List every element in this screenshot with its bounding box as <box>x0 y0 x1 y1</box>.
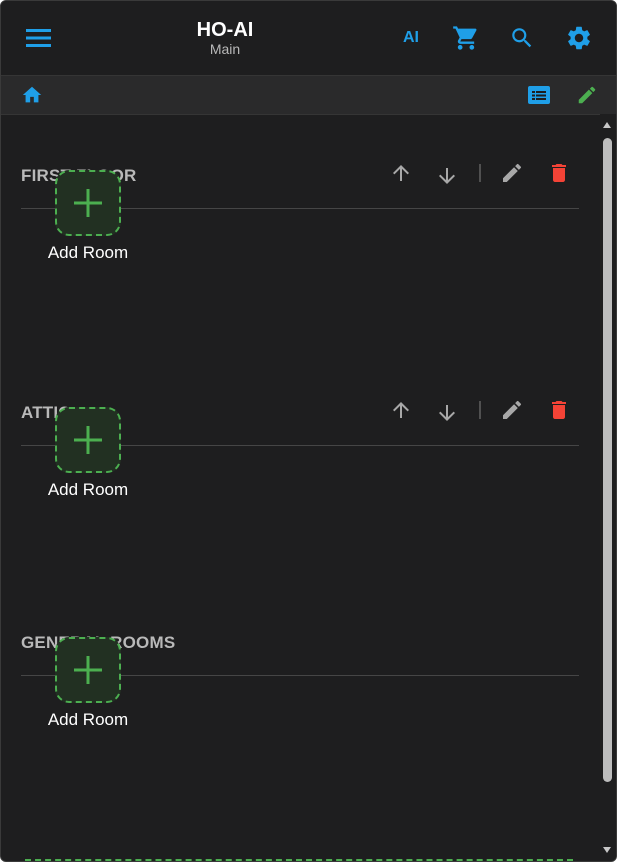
edit-mode-button[interactable] <box>575 83 599 107</box>
add-room-button[interactable]: Add Room <box>45 637 131 730</box>
sub-toolbar <box>1 75 616 115</box>
scroll-thumb[interactable] <box>603 138 612 782</box>
floor-section: FIRST FLOOR Add Room <box>21 144 579 262</box>
search-button[interactable] <box>505 21 539 55</box>
scroll-down-arrow[interactable] <box>603 847 611 853</box>
trash-icon <box>552 401 566 419</box>
search-icon <box>512 28 532 48</box>
plus-icon <box>74 189 102 217</box>
move-down-button[interactable] <box>431 157 463 189</box>
plus-icon <box>74 426 102 454</box>
arrow-down-icon <box>439 168 455 184</box>
divider <box>479 401 481 419</box>
app-header: HO-AI Main AI <box>1 1 616 75</box>
edit-floor-button[interactable] <box>496 157 528 189</box>
add-room-button[interactable]: Add Room <box>45 407 131 500</box>
add-room-tile <box>55 637 121 703</box>
move-up-button[interactable] <box>385 157 417 189</box>
arrow-up-icon <box>393 165 409 181</box>
cart-icon <box>453 26 477 50</box>
menu-button[interactable] <box>22 21 56 55</box>
delete-floor-button[interactable] <box>543 157 575 189</box>
edit-floor-button[interactable] <box>496 394 528 426</box>
floor-section: GENERAL ROOMS Add Room <box>21 611 579 729</box>
plus-icon <box>74 656 102 684</box>
home-button[interactable] <box>20 83 44 107</box>
ai-button[interactable]: AI <box>394 21 428 55</box>
menu-icon <box>26 29 51 47</box>
pencil-icon <box>578 86 596 104</box>
floor-section: ATTIC Add Room <box>21 381 579 499</box>
trash-icon <box>552 164 566 182</box>
add-room-button[interactable]: Add Room <box>45 170 131 263</box>
arrow-up-icon <box>393 402 409 418</box>
add-floor-outline[interactable] <box>25 859 573 861</box>
scroll-up-arrow[interactable] <box>603 122 611 128</box>
divider <box>479 164 481 182</box>
delete-floor-button[interactable] <box>543 394 575 426</box>
settings-button[interactable] <box>562 21 596 55</box>
scrollbar[interactable] <box>600 114 616 861</box>
move-up-button[interactable] <box>385 394 417 426</box>
move-down-button[interactable] <box>431 394 463 426</box>
arrow-down-icon <box>439 405 455 421</box>
list-icon <box>528 86 550 104</box>
app-title: HO-AI <box>196 19 254 41</box>
title-block: HO-AI Main <box>151 19 299 57</box>
app-subtitle: Main <box>209 41 241 57</box>
pencil-icon <box>503 163 522 182</box>
add-room-tile <box>55 407 121 473</box>
list-view-button[interactable] <box>527 83 551 107</box>
add-room-label: Add Room <box>47 710 129 729</box>
ai-label: AI <box>403 29 419 46</box>
home-icon <box>22 86 42 103</box>
add-room-label: Add Room <box>47 243 129 262</box>
app-window: HO-AI Main AI FIRST Add Room ATTIC Add R… <box>0 0 617 862</box>
add-room-tile <box>55 170 121 236</box>
gear-icon <box>568 26 590 50</box>
add-room-label: Add Room <box>47 480 129 499</box>
pencil-icon <box>503 400 522 419</box>
cart-button[interactable] <box>449 21 483 55</box>
floors-content: FIRST FLOOR Add Room <box>1 114 599 861</box>
